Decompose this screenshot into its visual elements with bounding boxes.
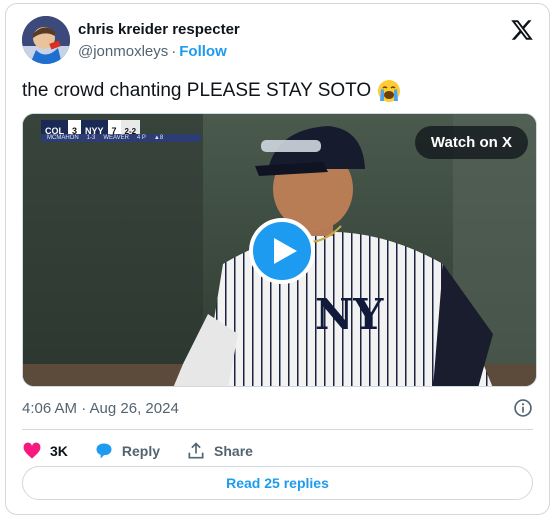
watch-on-x-button[interactable]: Watch on X [414, 126, 528, 159]
play-icon [274, 238, 297, 264]
info-icon[interactable] [513, 398, 533, 418]
heart-icon [23, 442, 41, 459]
action-bar: 3K Reply Share [22, 438, 253, 464]
timestamp[interactable]: 4:06 AM · Aug 26, 2024 [22, 400, 179, 417]
handle-row: @jonmoxleys · Follow [78, 43, 227, 60]
reply-button[interactable]: Reply [94, 441, 160, 461]
play-button[interactable] [249, 218, 315, 284]
inning-indicator: ▲8 [153, 135, 164, 141]
reply-label: Reply [121, 443, 161, 459]
tweet-text: the crowd chanting PLEASE STAY SOTO [22, 79, 401, 103]
batter-stat: 4 P [136, 135, 146, 141]
share-button[interactable]: Share [186, 441, 253, 461]
x-logo-icon[interactable] [510, 18, 534, 42]
separator: · [171, 43, 177, 60]
share-label: Share [214, 443, 253, 459]
loudly-crying-face-icon [378, 80, 401, 102]
tweet-card[interactable]: chris kreider respecter @jonmoxleys · Foll… [5, 3, 550, 515]
read-replies-button[interactable]: Read 25 replies [22, 466, 533, 500]
scorebug-player-line: MCMAHON 1-3 WEAVER 4 P ▲8 [41, 134, 201, 142]
pitcher-stat: 1-3 [86, 135, 96, 141]
like-count: 3K [50, 443, 68, 459]
tweet-body: the crowd chanting PLEASE STAY SOTO [22, 80, 372, 101]
handle[interactable]: @jonmoxleys [78, 43, 168, 60]
avatar[interactable] [22, 16, 70, 64]
share-icon [188, 442, 204, 459]
pitcher-name: MCMAHON [47, 135, 79, 141]
reply-bubble-icon [96, 443, 112, 459]
batter-name: WEAVER [103, 135, 129, 141]
divider [22, 429, 533, 430]
video-player[interactable]: NY COL 3 NYY 7 2-2 MCMAHON 1-3 WEAVER 4 … [22, 113, 537, 387]
svg-text:NY: NY [315, 290, 384, 339]
like-button[interactable]: 3K [22, 441, 68, 461]
follow-button[interactable]: Follow [179, 43, 227, 60]
display-name[interactable]: chris kreider respecter [78, 21, 240, 38]
